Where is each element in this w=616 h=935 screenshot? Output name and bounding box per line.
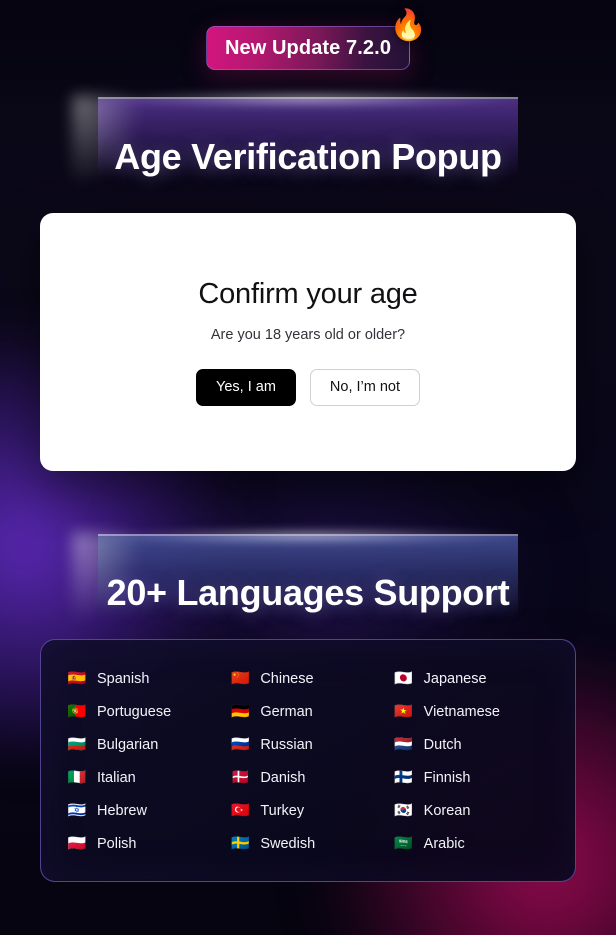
language-item[interactable]: 🇮🇱 Hebrew xyxy=(67,794,222,827)
language-label: Danish xyxy=(260,769,306,786)
flag-icon: 🇮🇱 xyxy=(67,802,87,819)
popup-actions: Yes, I am No, I’m not xyxy=(195,369,421,406)
language-label: Bulgarian xyxy=(97,736,159,753)
language-item[interactable]: 🇵🇱 Polish xyxy=(67,827,222,860)
flag-icon: 🇩🇰 xyxy=(230,769,250,786)
decline-age-button[interactable]: No, I’m not xyxy=(309,369,421,406)
language-item[interactable]: 🇨🇳 Chinese xyxy=(230,662,385,695)
flag-icon: 🇵🇱 xyxy=(67,835,87,852)
language-label: Russian xyxy=(260,736,313,753)
language-item[interactable]: 🇷🇺 Russian xyxy=(230,728,385,761)
language-label: Japanese xyxy=(423,670,487,687)
language-item[interactable]: 🇸🇦 Arabic xyxy=(394,827,549,860)
flag-icon: 🇩🇪 xyxy=(230,703,250,720)
language-label: Korean xyxy=(423,802,471,819)
fire-icon: 🔥 xyxy=(389,9,428,42)
flag-icon: 🇷🇺 xyxy=(230,736,250,753)
language-label: Swedish xyxy=(260,835,316,852)
language-label: Hebrew xyxy=(97,802,147,819)
language-label: Arabic xyxy=(423,835,465,852)
language-label: Finnish xyxy=(423,769,471,786)
language-label: Portuguese xyxy=(97,703,172,720)
flag-icon: 🇵🇹 xyxy=(67,703,87,720)
language-label: Dutch xyxy=(423,736,462,753)
flag-icon: 🇨🇳 xyxy=(230,670,250,687)
language-label: Italian xyxy=(97,769,136,786)
language-label: Spanish xyxy=(97,670,150,687)
languages-section-title: 20+ Languages Support xyxy=(106,572,510,613)
language-label: Turkey xyxy=(260,802,305,819)
language-item[interactable]: 🇵🇹 Portuguese xyxy=(67,695,222,728)
language-item[interactable]: 🇩🇪 German xyxy=(230,695,385,728)
age-verification-landing-page: New Update 7.2.0 🔥 Age Verification Popu… xyxy=(0,0,616,935)
language-label: German xyxy=(260,703,313,720)
flag-icon: 🇳🇱 xyxy=(394,736,413,753)
flag-icon: 🇻🇳 xyxy=(394,703,413,720)
languages-list-card: 🇪🇸 Spanish 🇨🇳 Chinese 🇯🇵 Japanese 🇵🇹 Portuguese… xyxy=(40,639,576,882)
popup-question: Are you 18 years old or older? xyxy=(210,327,406,343)
language-item[interactable]: 🇪🇸 Spanish xyxy=(67,662,222,695)
flag-icon: 🇸🇦 xyxy=(394,835,413,852)
language-item[interactable]: 🇻🇳 Vietnamese xyxy=(394,695,549,728)
language-item[interactable]: 🇮🇹 Italian xyxy=(67,761,222,794)
flag-icon: 🇸🇪 xyxy=(230,835,250,852)
flag-icon: 🇮🇹 xyxy=(67,769,87,786)
language-label: Chinese xyxy=(260,670,314,687)
update-badge-container: New Update 7.2.0 🔥 xyxy=(0,11,616,70)
update-badge[interactable]: New Update 7.2.0 🔥 xyxy=(205,11,427,70)
language-item[interactable]: 🇰🇷 Korean xyxy=(394,794,549,827)
language-item[interactable]: 🇹🇷 Turkey xyxy=(230,794,385,827)
age-section-title: Age Verification Popup xyxy=(114,136,502,177)
language-item[interactable]: 🇯🇵 Japanese xyxy=(394,662,549,695)
flag-icon: 🇪🇸 xyxy=(67,670,87,687)
update-badge-label: New Update 7.2.0 xyxy=(224,36,392,59)
age-verification-popup-card: Confirm your age Are you 18 years old or… xyxy=(40,213,576,471)
language-item[interactable]: 🇳🇱 Dutch xyxy=(394,728,549,761)
language-item[interactable]: 🇫🇮 Finnish xyxy=(394,761,549,794)
flag-icon: 🇫🇮 xyxy=(394,769,413,786)
flag-icon: 🇹🇷 xyxy=(230,802,250,819)
language-item[interactable]: 🇸🇪 Swedish xyxy=(230,827,385,860)
flag-icon: 🇯🇵 xyxy=(394,670,413,687)
language-item[interactable]: 🇧🇬 Bulgarian xyxy=(67,728,222,761)
language-label: Polish xyxy=(97,835,137,852)
language-label: Vietnamese xyxy=(423,703,500,720)
popup-heading: Confirm your age xyxy=(198,278,418,310)
language-item[interactable]: 🇩🇰 Danish xyxy=(230,761,385,794)
confirm-age-button[interactable]: Yes, I am xyxy=(195,369,296,406)
flag-icon: 🇰🇷 xyxy=(394,802,413,819)
flag-icon: 🇧🇬 xyxy=(67,736,87,753)
